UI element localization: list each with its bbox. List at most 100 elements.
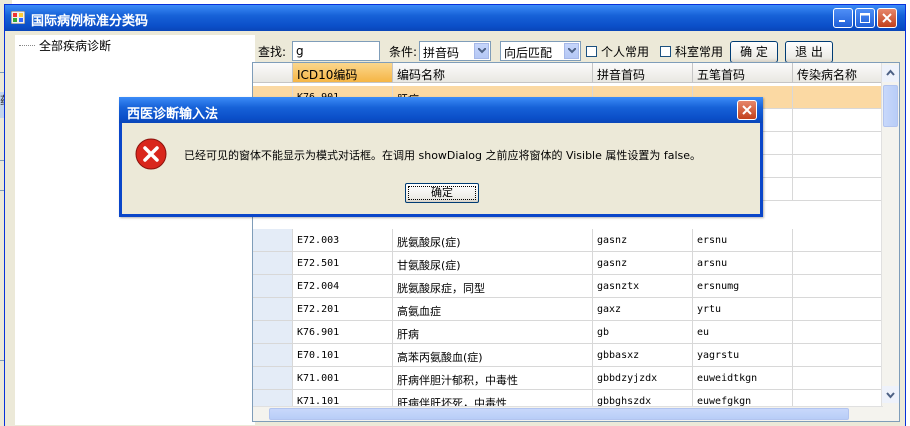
cell-code: E72.003 (293, 229, 393, 252)
tree-node-all-diagnoses[interactable]: 全部疾病诊断 (39, 37, 111, 54)
cell-wubi: yagrstu (693, 344, 793, 367)
horizontal-scrollbar[interactable] (253, 406, 883, 421)
dialog-close-button[interactable] (737, 100, 757, 120)
condition-dropdown-button[interactable] (474, 43, 489, 59)
cell-infectious (793, 178, 883, 201)
match-dropdown-button[interactable] (564, 43, 579, 59)
error-icon (135, 138, 167, 170)
match-mode-value: 向后匹配 (504, 46, 553, 60)
cell-name: 肝病 (393, 321, 593, 344)
chevron-up-icon (886, 69, 895, 76)
scroll-up-button[interactable] (882, 65, 899, 82)
cell-infectious (793, 86, 883, 109)
dept-common-checkbox[interactable] (660, 46, 671, 57)
cell-infectious (793, 298, 883, 321)
cell-infectious (793, 252, 883, 275)
grid-header: ICD10编码 编码名称 拼音首码 五笔首码 传染病名称 (253, 63, 883, 83)
cell-wubi: ersnumg (693, 275, 793, 298)
row-header[interactable] (253, 298, 293, 321)
dialog-title: 西医诊断输入法 (127, 107, 219, 122)
vertical-scrollbar[interactable] (881, 63, 899, 421)
table-row[interactable]: E72.201 高氨血症 gaxz yrtu (253, 298, 883, 321)
search-label: 查找: (258, 45, 287, 59)
app-icon (11, 11, 25, 24)
row-header-corner (253, 63, 293, 83)
cell-infectious (793, 229, 883, 252)
minimize-icon (839, 20, 845, 22)
cell-code: E72.501 (293, 252, 393, 275)
scroll-down-button[interactable] (882, 386, 899, 403)
cell-code: E72.201 (293, 298, 393, 321)
row-header[interactable] (253, 252, 293, 275)
cell-infectious (793, 275, 883, 298)
cell-wubi: yrtu (693, 298, 793, 321)
condition-select[interactable]: 拼音码 (419, 41, 491, 61)
tree-connector (19, 45, 35, 46)
window-titlebar[interactable]: 国际病例标准分类码 (5, 5, 905, 31)
cell-pinyin: gasnz (593, 252, 693, 275)
minimize-button[interactable] (833, 8, 853, 28)
cell-code: E70.101 (293, 344, 393, 367)
chevron-down-icon (568, 48, 576, 54)
column-header-pinyin[interactable]: 拼音首码 (593, 63, 693, 83)
cell-pinyin: gasnztx (593, 275, 693, 298)
row-header[interactable] (253, 344, 293, 367)
table-row[interactable]: E70.101 高苯丙氨酸血(症) gbbasxz yagrstu (253, 344, 883, 367)
cell-pinyin: gaxz (593, 298, 693, 321)
cell-name: 甘氨酸尿(症) (393, 252, 593, 275)
dialog-titlebar[interactable]: 西医诊断输入法 (119, 97, 763, 123)
match-mode-select[interactable]: 向后匹配 (500, 41, 581, 61)
row-header[interactable] (253, 229, 293, 252)
condition-label: 条件: (389, 45, 418, 59)
confirm-button[interactable]: 确 定 (730, 41, 778, 63)
cell-wubi: eu (693, 321, 793, 344)
column-header-icd10[interactable]: ICD10编码 (293, 63, 393, 83)
cell-code: E72.004 (293, 275, 393, 298)
personal-common-checkbox[interactable] (586, 46, 597, 57)
cell-pinyin: gb (593, 321, 693, 344)
cell-pinyin: gbbasxz (593, 344, 693, 367)
table-row[interactable]: E72.004 胱氨酸尿症，同型 gasnztx ersnumg (253, 275, 883, 298)
diagnosis-tree[interactable]: 全部疾病诊断 (15, 35, 255, 425)
cell-name: 胱氨酸尿(症) (393, 229, 593, 252)
cell-code: K76.901 (293, 321, 393, 344)
maximize-icon (860, 13, 870, 23)
cell-name: 肝病伴胆汁郁积，中毒性 (393, 367, 593, 390)
maximize-button[interactable] (855, 8, 875, 28)
window-title: 国际病例标准分类码 (31, 14, 149, 29)
personal-common-label: 个人常用 (601, 45, 650, 59)
vertical-scroll-thumb[interactable] (883, 85, 898, 127)
row-header[interactable] (253, 367, 293, 390)
cell-infectious (793, 132, 883, 155)
cell-infectious (793, 109, 883, 132)
row-header[interactable] (253, 275, 293, 298)
table-row[interactable]: K76.901 肝病 gb eu (253, 321, 883, 344)
close-button[interactable] (877, 8, 897, 28)
exit-button[interactable]: 退 出 (785, 41, 833, 63)
cell-infectious (793, 155, 883, 178)
condition-value: 拼音码 (423, 46, 460, 60)
column-header-wubi[interactable]: 五笔首码 (693, 63, 793, 83)
close-icon (742, 105, 752, 115)
search-input[interactable]: g (292, 41, 380, 61)
cell-wubi: euweidtkgn (693, 367, 793, 390)
cell-infectious (793, 344, 883, 367)
cell-pinyin: gbbdzyjzdx (593, 367, 693, 390)
column-header-name[interactable]: 编码名称 (393, 63, 593, 83)
cell-code: K71.001 (293, 367, 393, 390)
error-dialog: 西医诊断输入法 已经可见的窗体不能显示为模式对话框。在调用 showDialog… (119, 97, 763, 217)
horizontal-scroll-thumb[interactable] (269, 408, 849, 420)
dialog-ok-button[interactable]: 确定 (405, 183, 479, 203)
close-icon (882, 13, 892, 23)
column-header-infectious[interactable]: 传染病名称 (793, 63, 883, 83)
table-row[interactable]: E72.501 甘氨酸尿(症) gasnz arsnu (253, 252, 883, 275)
cell-infectious (793, 321, 883, 344)
row-header[interactable] (253, 321, 293, 344)
cell-wubi: ersnu (693, 229, 793, 252)
chevron-down-icon (478, 48, 486, 54)
cell-name: 胱氨酸尿症，同型 (393, 275, 593, 298)
table-row[interactable]: K71.001 肝病伴胆汁郁积，中毒性 gbbdzyjzdx euweidtkgn (253, 367, 883, 390)
table-row[interactable]: E72.003 胱氨酸尿(症) gasnz ersnu (253, 229, 883, 252)
dialog-message: 已经可见的窗体不能显示为模式对话框。在调用 showDialog 之前应将窗体的… (184, 149, 702, 162)
dept-common-label: 科室常用 (675, 45, 724, 59)
